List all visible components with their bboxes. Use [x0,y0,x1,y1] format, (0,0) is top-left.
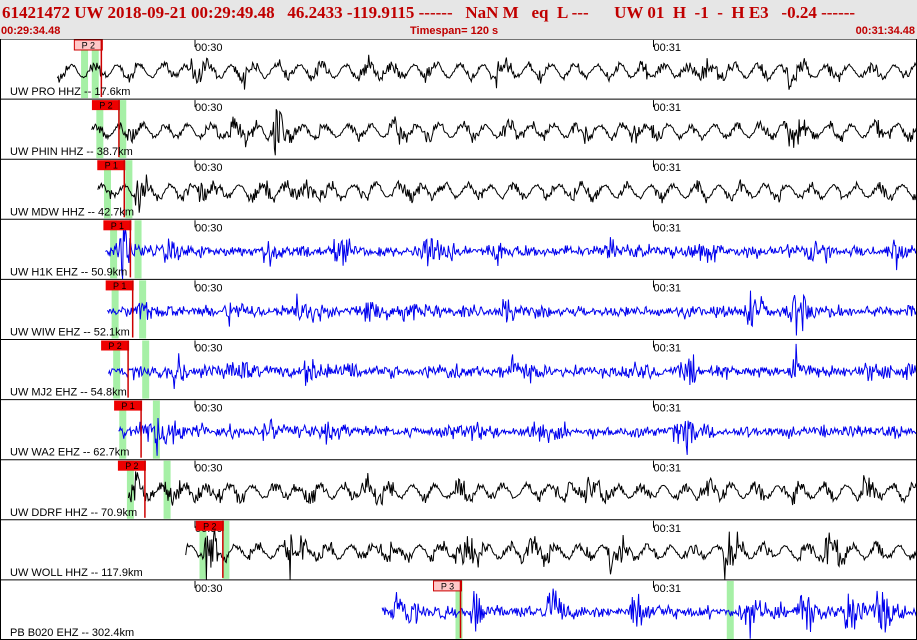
event-title: 61421472 UW 2018-09-21 00:29:49.48 46.24… [2,3,856,22]
minute-label: 00:31 [654,523,682,535]
header-bar: 61421472 UW 2018-09-21 00:29:49.48 46.24… [0,0,917,40]
station-label: UW MJ2 EHZ -- 54.8km [10,387,127,399]
station-label: PB B020 EHZ -- 302.4km [10,627,134,639]
station-label: UW MDW HHZ -- 42.7km [10,206,134,218]
phase-pick-label: P 1 [111,221,124,231]
station-label: UW H1K EHZ -- 50.9km [10,266,127,278]
phase-pick-label: P 3 [441,581,454,591]
station-label: UW WA2 EHZ -- 62.7km [10,447,129,459]
minute-label: 00:30 [195,343,223,355]
waveform-trace [127,471,917,506]
phase-pick-label: P 2 [203,521,216,531]
station-label: UW DDRF HHZ -- 70.9km [10,507,137,519]
waveform-trace [108,343,917,390]
start-time: 00:29:34.48 [1,25,61,37]
minute-label: 00:30 [195,42,223,54]
minute-label: 00:30 [195,282,223,294]
phase-pick-label: P 2 [108,341,121,351]
waveform-trace [106,290,917,336]
waveform-trace [91,109,917,156]
end-time: 00:31:34.48 [855,25,915,37]
minute-label: 00:31 [654,403,682,415]
minute-label: 00:30 [195,583,223,595]
waveform-trace [185,527,917,580]
minute-label: 00:30 [195,162,223,174]
minute-label: 00:31 [654,463,682,475]
minute-label: 00:31 [654,343,682,355]
station-label: UW PRO HHZ -- 17.6km [10,86,130,98]
phase-pick-label: P 1 [121,401,134,411]
minute-label: 00:31 [654,583,682,595]
seismogram-panel-stack[interactable]: 00:30 00:31 P 2 UW PRO HHZ -- 17.6km 00:30 00… [0,39,917,640]
minute-label: 00:31 [654,102,682,114]
station-label: UW WIW EHZ -- 52.1km [10,327,130,339]
phase-pick-label: P 1 [105,161,118,171]
timespan-label: Timespan= 120 s [410,25,499,37]
minute-label: 00:30 [195,463,223,475]
minute-label: 00:31 [654,222,682,234]
phase-pick-label: P 2 [125,461,138,471]
station-label: UW PHIN HHZ -- 38.7km [10,146,133,158]
minute-label: 00:30 [195,403,223,415]
minute-label: 00:30 [195,102,223,114]
waveform-trace [56,54,917,90]
phase-pick-label: P 1 [113,281,126,291]
minute-label: 00:30 [195,222,223,234]
station-label: UW WOLL HHZ -- 117.9km [10,567,143,579]
waveform-trace [97,174,917,213]
waveform-trace [105,223,917,280]
phase-pick-label: P 2 [82,41,95,51]
minute-label: 00:31 [654,42,682,54]
phase-pick-label: P 2 [99,101,112,111]
minute-label: 00:31 [654,282,682,294]
waveform-trace [118,417,917,456]
minute-label: 00:31 [654,162,682,174]
phase-window-marker [726,580,734,639]
